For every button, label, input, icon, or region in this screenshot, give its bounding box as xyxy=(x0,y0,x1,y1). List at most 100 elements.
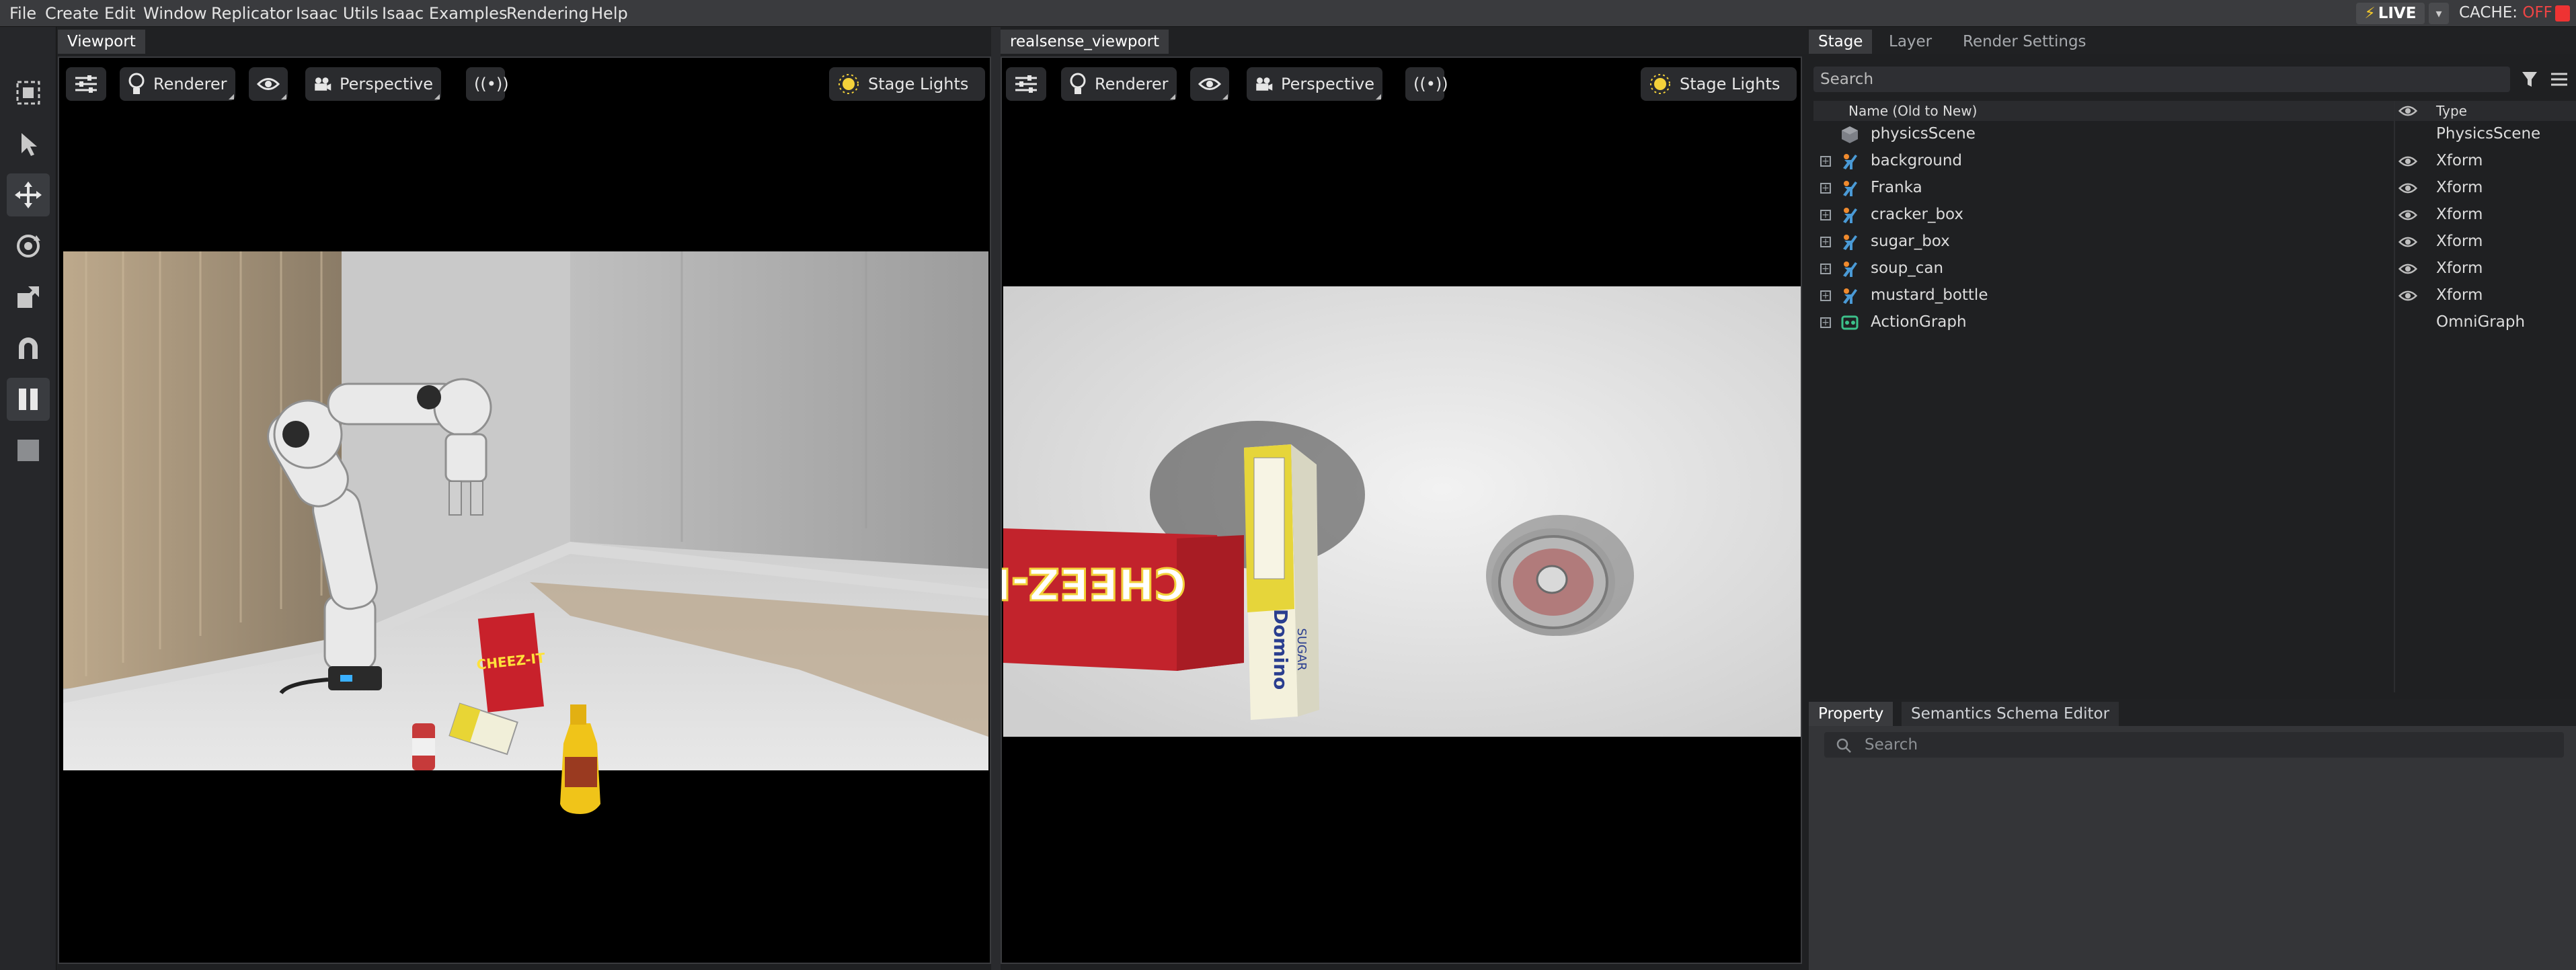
realsense-stage-lights-button[interactable]: Stage Lights xyxy=(1641,67,1797,101)
visibility-eye-icon[interactable] xyxy=(2398,288,2417,304)
camera-icon xyxy=(315,77,331,91)
viewport-settings-button[interactable] xyxy=(66,67,106,101)
stage-column-header: Name (Old to New) Type xyxy=(1813,101,2576,121)
live-toggle[interactable]: ⚡ LIVE xyxy=(2356,3,2425,24)
sensor-button[interactable]: ((•)) xyxy=(466,67,509,101)
expand-toggle[interactable]: + xyxy=(1820,237,1831,247)
tab-semantics-schema-editor[interactable]: Semantics Schema Editor xyxy=(1902,702,2119,726)
visibility-eye-icon[interactable] xyxy=(2398,207,2417,223)
sun-icon xyxy=(838,74,859,94)
select-mode-button[interactable] xyxy=(7,71,50,114)
stage-row-physicsscene[interactable]: physicsScene PhysicsScene xyxy=(1813,121,2576,148)
realsense-viewport[interactable]: CHEEZ-IT Domino SUGAR Renderer xyxy=(1001,56,1802,964)
omnigraph-icon xyxy=(1841,315,1859,330)
stage-lights-button[interactable]: Stage Lights xyxy=(829,67,985,101)
stage-row-actiongraph[interactable]: + ActionGraph OmniGraph xyxy=(1813,309,2576,336)
tab-layer[interactable]: Layer xyxy=(1879,30,1941,54)
menu-isaac-examples[interactable]: Isaac Examples xyxy=(382,4,507,23)
menu-replicator[interactable]: Replicator xyxy=(211,4,292,23)
expand-toggle[interactable]: + xyxy=(1820,264,1831,274)
scale-icon xyxy=(17,286,39,308)
camera-button[interactable]: Perspective xyxy=(305,67,441,101)
stage-row-franka[interactable]: + Franka Xform xyxy=(1813,175,2576,202)
visibility-eye-icon[interactable] xyxy=(2398,153,2417,169)
eye-icon xyxy=(257,78,280,90)
pause-button[interactable] xyxy=(7,378,50,421)
lightbulb-icon xyxy=(1070,73,1086,94)
renderer-button[interactable]: Renderer xyxy=(120,67,235,101)
camera-icon xyxy=(1256,77,1273,91)
stage-row-cracker-box[interactable]: + cracker_box Xform xyxy=(1813,202,2576,229)
expand-toggle[interactable]: + xyxy=(1820,290,1831,301)
stop-button[interactable] xyxy=(7,429,50,472)
prim-name: ActionGraph xyxy=(1871,313,1967,331)
select-tool-button[interactable] xyxy=(7,122,50,165)
live-label: LIVE xyxy=(2378,5,2417,22)
realsense-camera-label: Perspective xyxy=(1281,75,1374,93)
prim-name: mustard_bottle xyxy=(1871,286,1988,304)
stage-lights-label: Stage Lights xyxy=(868,75,969,93)
settings-sliders-icon xyxy=(75,75,97,93)
menu-window[interactable]: Window xyxy=(143,4,207,23)
visibility-eye-icon[interactable] xyxy=(2398,180,2417,196)
xform-icon xyxy=(1843,261,1857,277)
rotate-tool-button[interactable] xyxy=(7,225,50,268)
cache-icon xyxy=(2555,5,2570,22)
column-type-header[interactable]: Type xyxy=(2436,103,2467,119)
live-dropdown[interactable]: ▾ xyxy=(2429,3,2449,24)
scale-tool-button[interactable] xyxy=(7,276,50,319)
realsense-stage-lights-label: Stage Lights xyxy=(1680,75,1781,93)
realsense-camera-button[interactable]: Perspective xyxy=(1247,67,1382,101)
column-name-header[interactable]: Name (Old to New) xyxy=(1848,103,1977,119)
cache-state: OFF xyxy=(2522,4,2552,22)
filter-button[interactable] xyxy=(2520,69,2542,90)
expand-toggle[interactable]: + xyxy=(1820,317,1831,328)
settings-sliders-icon xyxy=(1015,75,1037,93)
expand-toggle[interactable]: + xyxy=(1820,156,1831,167)
prim-type: Xform xyxy=(2436,206,2483,223)
tab-property[interactable]: Property xyxy=(1809,702,1894,726)
realsense-renderer-button[interactable]: Renderer xyxy=(1061,67,1177,101)
stage-search-input[interactable]: Search xyxy=(1813,67,2510,92)
stage-row-background[interactable]: + background Xform xyxy=(1813,148,2576,175)
move-tool-button[interactable] xyxy=(7,173,50,216)
visibility-column-eye-icon[interactable] xyxy=(2398,104,2417,118)
property-search-input[interactable]: Search xyxy=(1824,732,2564,758)
stage-row-mustard-bottle[interactable]: + mustard_bottle Xform xyxy=(1813,282,2576,309)
tab-realsense-viewport[interactable]: realsense_viewport xyxy=(1001,30,1169,54)
menu-file[interactable]: File xyxy=(9,4,36,23)
realsense-visibility-button[interactable] xyxy=(1190,67,1229,101)
menu-bar: File Create Edit Window Replicator Isaac… xyxy=(0,0,2576,27)
domino-label: Domino xyxy=(1270,609,1292,690)
tab-stage[interactable]: Stage xyxy=(1809,30,1873,54)
viewport-splitter[interactable] xyxy=(991,27,1001,970)
realsense-sensor-button[interactable]: ((•)) xyxy=(1405,67,1448,101)
menu-isaac-utils[interactable]: Isaac Utils xyxy=(296,4,379,23)
menu-create[interactable]: Create xyxy=(45,4,99,23)
search-icon xyxy=(1836,738,1851,753)
tab-viewport[interactable]: Viewport xyxy=(58,30,145,54)
expand-toggle[interactable]: + xyxy=(1820,183,1831,194)
eye-icon xyxy=(1198,78,1221,90)
viewport-main[interactable]: CHEEZ-IT Renderer Perspective ((•)) Stag… xyxy=(58,56,991,964)
realsense-settings-button[interactable] xyxy=(1006,67,1046,101)
tab-render-settings[interactable]: Render Settings xyxy=(1953,30,2096,54)
menu-rendering[interactable]: Rendering xyxy=(506,4,589,23)
visibility-eye-icon[interactable] xyxy=(2398,234,2417,250)
stage-row-soup-can[interactable]: + soup_can Xform xyxy=(1813,255,2576,282)
stage-row-sugar-box[interactable]: + sugar_box Xform xyxy=(1813,229,2576,255)
realsense-renderer-label: Renderer xyxy=(1095,75,1169,93)
menu-edit[interactable]: Edit xyxy=(104,4,135,23)
prim-type: Xform xyxy=(2436,259,2483,277)
sugar-label: SUGAR xyxy=(1294,628,1309,670)
prim-type: Xform xyxy=(2436,233,2483,250)
expand-toggle[interactable]: + xyxy=(1820,210,1831,220)
menu-help[interactable]: Help xyxy=(591,4,628,23)
snap-tool-button[interactable] xyxy=(7,327,50,370)
cache-status[interactable]: CACHE: OFF xyxy=(2459,4,2552,22)
renderer-label: Renderer xyxy=(153,75,227,93)
options-menu-button[interactable] xyxy=(2548,69,2570,90)
visibility-eye-icon[interactable] xyxy=(2398,261,2417,277)
visibility-button[interactable] xyxy=(249,67,288,101)
xform-icon xyxy=(1843,154,1857,169)
